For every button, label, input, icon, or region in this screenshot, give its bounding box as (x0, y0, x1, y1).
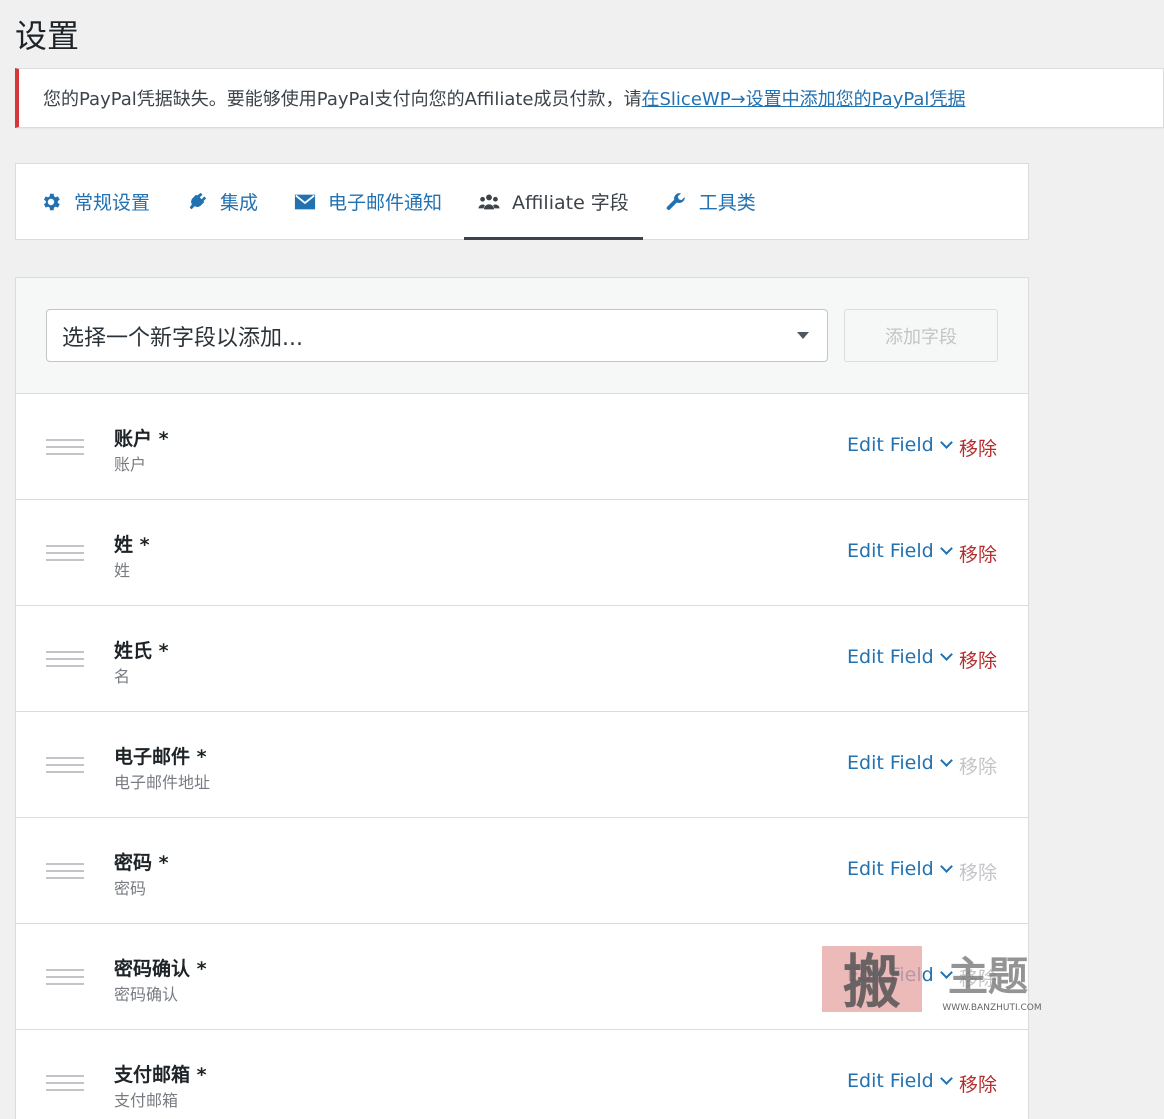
edit-field-button[interactable]: Edit Field (847, 1070, 953, 1092)
field-subtitle: 姓 (114, 561, 131, 580)
remove-field-button[interactable]: 移除 (959, 1070, 997, 1097)
edit-field-button[interactable]: Edit Field (847, 858, 953, 880)
tab-label: 常规设置 (74, 192, 151, 214)
tab-affiliate-fields[interactable]: Affiliate 字段 (464, 164, 643, 240)
field-title: 姓氏 * (114, 640, 169, 662)
remove-field-button[interactable]: 移除 (959, 434, 997, 461)
drag-handle-icon[interactable] (46, 969, 84, 985)
drag-handle-icon[interactable] (46, 757, 84, 773)
remove-field-button: 移除 (959, 968, 998, 990)
drag-handle-icon[interactable] (46, 1075, 84, 1091)
page-title: 设置 (15, 17, 80, 55)
edit-field-button[interactable]: Edit Field (847, 752, 953, 774)
field-subtitle: 支付邮箱 (114, 1091, 179, 1110)
field-picker-bar: 选择一个新字段以添加... 添加字段 (16, 278, 1028, 394)
field-subtitle: 密码 (114, 879, 147, 898)
tab-tools[interactable]: 工具类 (651, 164, 770, 239)
field-subtitle: 账户 (114, 455, 147, 474)
edit-field-label: Edit Field (847, 964, 934, 986)
users-icon (478, 191, 500, 213)
field-title: 密码 * (114, 852, 169, 874)
edit-field-label: Edit Field (847, 434, 934, 456)
remove-field-button: 移除 (959, 862, 998, 884)
field-title: 姓 * (114, 534, 150, 556)
tab-email-notifications[interactable]: 电子邮件通知 (280, 164, 456, 239)
paypal-settings-link[interactable]: 在SliceWP→设置中添加您的PayPal凭据 (642, 85, 966, 111)
wrench-icon (665, 191, 687, 213)
envelope-icon (294, 191, 316, 213)
field-row: 支付邮箱 * 支付邮箱 Edit Field 移除 (16, 1030, 1028, 1119)
add-field-button[interactable]: 添加字段 (844, 309, 998, 362)
field-list: 账户 * 账户 Edit Field 移除姓 * 姓 Edit Field 移除 姓氏 * 名 E… (16, 394, 1028, 1119)
tab-label: 集成 (220, 192, 259, 214)
chevron-down-icon (939, 541, 953, 555)
affiliate-fields-panel: 选择一个新字段以添加... 添加字段 账户 * 账户 Edit Field 移除姓 *… (15, 277, 1029, 1119)
tab-integrations[interactable]: 集成 (172, 164, 272, 239)
edit-field-button[interactable]: Edit Field (847, 646, 953, 668)
edit-field-label: Edit Field (847, 646, 934, 668)
field-title: 账户 * (114, 428, 169, 450)
chevron-down-icon (939, 647, 953, 661)
chevron-down-icon (939, 435, 953, 449)
new-field-select[interactable]: 选择一个新字段以添加... (46, 309, 828, 362)
edit-field-label: Edit Field (847, 858, 934, 880)
drag-handle-icon[interactable] (46, 863, 84, 879)
notice-text: 您的PayPal凭据缺失。要能够使用PayPal支付向您的Affiliate成员… (43, 89, 642, 110)
edit-field-button[interactable]: Edit Field (847, 540, 953, 562)
drag-handle-icon[interactable] (46, 439, 84, 455)
edit-field-label: Edit Field (847, 1070, 934, 1092)
field-subtitle: 电子邮件地址 (114, 773, 211, 792)
gear-icon (40, 191, 62, 213)
settings-tabs: 常规设置 集成 电子邮件通知 Affiliate 字段 工具类 (15, 163, 1029, 240)
field-title: 密码确认 * (114, 958, 207, 980)
tab-label: Affiliate 字段 (512, 192, 629, 214)
field-row: 姓 * 姓 Edit Field 移除 (16, 500, 1028, 606)
chevron-down-icon (939, 1071, 953, 1085)
edit-field-button[interactable]: Edit Field (847, 964, 953, 986)
tab-label: 电子邮件通知 (328, 192, 443, 214)
remove-field-button[interactable]: 移除 (959, 646, 997, 673)
tab-general[interactable]: 常规设置 (26, 164, 164, 239)
field-row: 账户 * 账户 Edit Field 移除 (16, 394, 1028, 500)
remove-field-button: 移除 (959, 756, 998, 778)
drag-handle-icon[interactable] (46, 545, 84, 561)
caret-down-icon (797, 332, 809, 339)
field-subtitle: 名 (114, 667, 131, 686)
select-placeholder: 选择一个新字段以添加... (62, 325, 303, 351)
chevron-down-icon (939, 753, 953, 767)
remove-field-button[interactable]: 移除 (959, 540, 997, 567)
drag-handle-icon[interactable] (46, 651, 84, 667)
edit-field-label: Edit Field (847, 752, 934, 774)
field-row: 密码 * 密码 Edit Field 移除 (16, 818, 1028, 924)
paypal-missing-notice: 您的PayPal凭据缺失。要能够使用PayPal支付向您的Affiliate成员… (15, 68, 1164, 128)
chevron-down-icon (939, 859, 953, 873)
edit-field-button[interactable]: Edit Field (847, 434, 953, 456)
field-row: 电子邮件 * 电子邮件地址 Edit Field 移除 (16, 712, 1028, 818)
field-row: 姓氏 * 名 Edit Field 移除 (16, 606, 1028, 712)
chevron-down-icon (939, 965, 953, 979)
field-subtitle: 密码确认 (114, 985, 179, 1004)
field-title: 支付邮箱 * (114, 1064, 207, 1086)
edit-field-label: Edit Field (847, 540, 934, 562)
plug-icon (186, 191, 208, 213)
field-row: 密码确认 * 密码确认 Edit Field 移除 (16, 924, 1028, 1030)
field-title: 电子邮件 * (114, 746, 207, 768)
tab-label: 工具类 (698, 192, 756, 214)
